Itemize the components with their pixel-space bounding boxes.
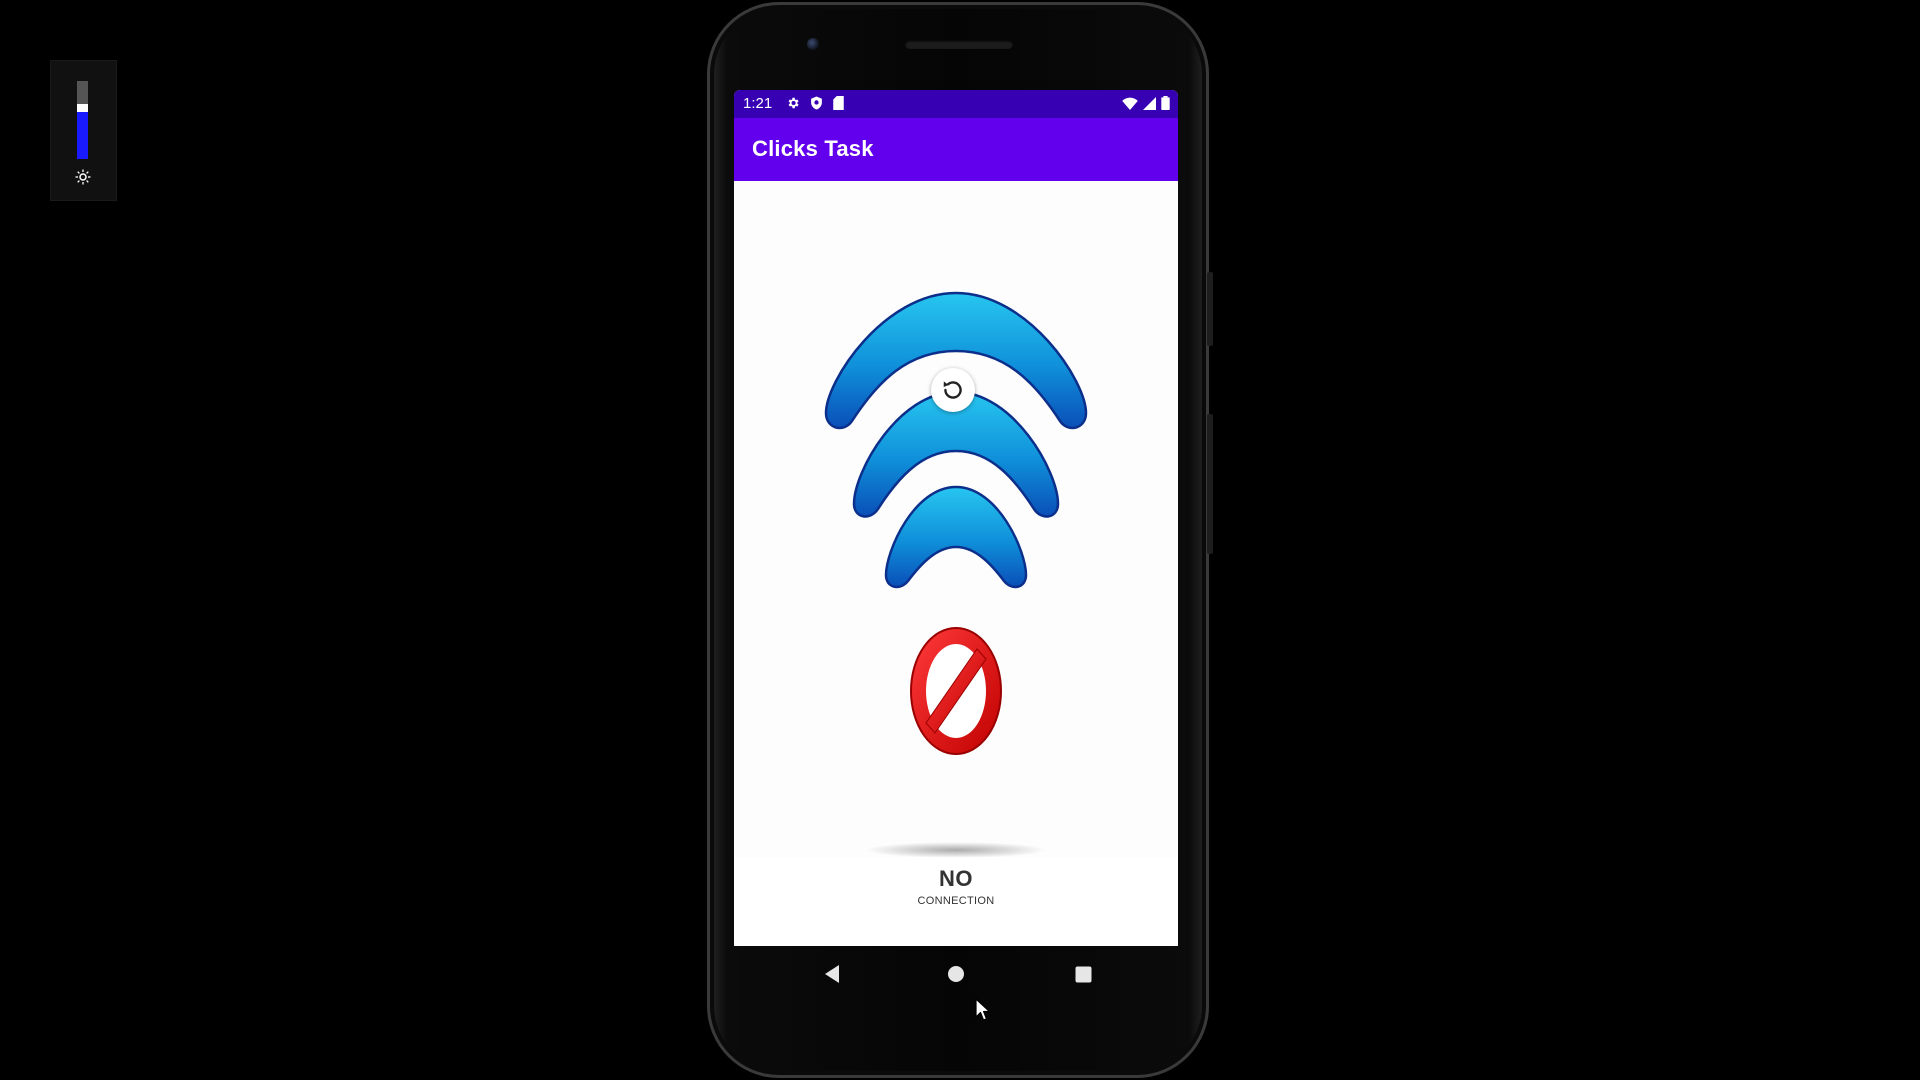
desktop-background: 1:21 Clicks Task NO CONNECTION (0, 0, 1920, 1080)
settings-icon (788, 97, 799, 109)
app-title: Clicks Task (752, 136, 874, 161)
app-bar: Clicks Task (734, 118, 1178, 181)
earpiece-speaker (905, 40, 1013, 49)
brightness-slider-panel[interactable] (50, 60, 117, 201)
sd-card-icon (833, 96, 844, 110)
brightness-fill (77, 112, 88, 159)
volume-rocker (1207, 414, 1213, 554)
phone-frame: 1:21 Clicks Task NO CONNECTION (707, 2, 1213, 1078)
recents-button[interactable] (1069, 960, 1097, 988)
connection-text: CONNECTION (917, 895, 995, 907)
refresh-icon (943, 381, 962, 399)
wifi-icon (1122, 97, 1138, 110)
power-button (1207, 272, 1213, 346)
brightness-thumb[interactable] (77, 104, 88, 113)
phone-screen: 1:21 Clicks Task NO CONNECTION (734, 90, 1178, 946)
status-bar: 1:21 (734, 90, 1178, 118)
wifi-arcs (824, 291, 1088, 589)
home-button[interactable] (942, 960, 970, 988)
home-icon (948, 966, 964, 982)
back-button[interactable] (818, 960, 846, 988)
wifi-arc-inner (884, 485, 1028, 589)
cell-signal-icon (1143, 96, 1156, 110)
refresh-button[interactable] (931, 368, 975, 412)
recents-icon (1075, 966, 1091, 982)
front-camera (807, 38, 819, 50)
floor-shadow (866, 842, 1046, 857)
mouse-cursor-icon (975, 998, 991, 1021)
no-sign (910, 627, 1002, 755)
wifi-no-connection-illustration[interactable] (734, 181, 1178, 857)
brightness-track[interactable] (77, 81, 88, 159)
back-icon (825, 965, 839, 983)
no-text: NO (939, 866, 973, 891)
navigation-bar (734, 946, 1178, 1002)
shield-icon (811, 96, 822, 110)
battery-icon (1161, 96, 1170, 110)
status-time: 1:21 (743, 95, 773, 112)
main-content: NO CONNECTION (734, 181, 1178, 907)
sun-icon (75, 169, 91, 185)
